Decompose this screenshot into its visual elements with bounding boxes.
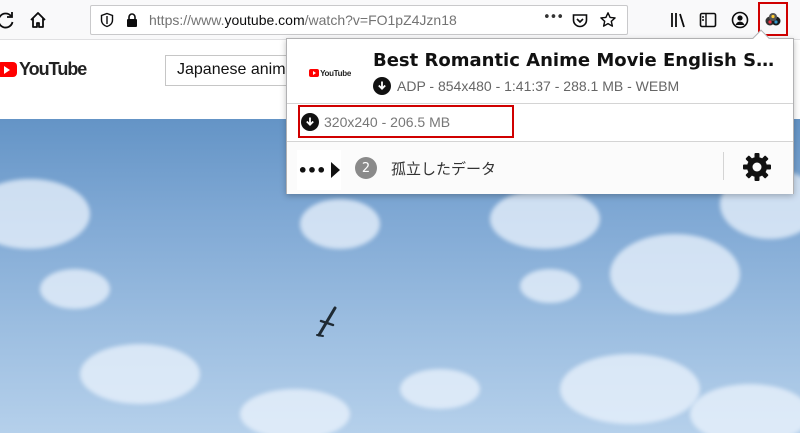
youtube-play-icon (309, 69, 320, 77)
url-path: /watch?v=FO1pZ4Jzn18 (304, 12, 457, 28)
bookmark-star-icon[interactable] (599, 11, 617, 33)
cloud (40, 269, 110, 309)
youtube-logo[interactable]: YouTube (0, 59, 87, 80)
play-arrow-icon (331, 162, 341, 178)
orphan-data-label[interactable]: 孤立したデータ (391, 158, 496, 179)
more-dots-icon: ••• (297, 160, 327, 180)
cloud (240, 389, 350, 433)
cloud (690, 384, 800, 433)
cloud (0, 179, 90, 249)
lock-icon[interactable] (124, 12, 140, 32)
download-arrow-icon (373, 77, 391, 95)
main-download-label: ADP - 854x480 - 1:41:37 - 288.1 MB - WEB… (397, 78, 680, 94)
sidebar-icon[interactable] (696, 8, 720, 32)
settings-gear-icon[interactable] (741, 151, 773, 183)
video-thumbnail-logo[interactable]: YouTube (309, 67, 351, 79)
pocket-icon[interactable] (571, 12, 589, 34)
divider (287, 103, 793, 104)
cloud (490, 189, 600, 249)
page-actions-icon[interactable]: ••• (543, 10, 564, 25)
url-prefix: https://www. (149, 12, 225, 28)
library-icon[interactable] (666, 8, 690, 32)
tracking-shield-icon[interactable] (99, 12, 115, 32)
cloud (300, 199, 380, 249)
youtube-play-icon (0, 62, 17, 77)
alt-download-highlight-box (298, 105, 514, 138)
cloud (560, 354, 700, 424)
aircraft-silhouette (316, 306, 337, 337)
orphan-count-badge[interactable]: 2 (355, 157, 377, 179)
video-downloader-popup: YouTube Best Romantic Anime Movie Englis… (286, 29, 794, 194)
video-title: Best Romantic Anime Movie English Subbed… (373, 50, 783, 71)
url-text[interactable]: https://www.youtube.com/watch?v=FO1pZ4Jz… (149, 12, 457, 28)
youtube-logo-text: YouTube (19, 59, 87, 79)
cloud (610, 234, 740, 314)
cloud (520, 269, 580, 303)
cloud (400, 369, 480, 409)
browser-toolbar: https://www.youtube.com/watch?v=FO1pZ4Jz… (0, 0, 800, 40)
address-bar[interactable]: https://www.youtube.com/watch?v=FO1pZ4Jz… (90, 5, 628, 35)
reload-icon[interactable] (0, 8, 18, 32)
thumbnail-logo-text: YouTube (320, 68, 351, 78)
account-icon[interactable] (728, 8, 752, 32)
url-host: youtube.com (224, 12, 305, 28)
vertical-divider (723, 152, 724, 180)
cloud (80, 344, 200, 404)
main-download-option[interactable]: ADP - 854x480 - 1:41:37 - 288.1 MB - WEB… (373, 77, 679, 95)
popup-footer: ••• 2 孤立したデータ (287, 142, 793, 194)
home-icon[interactable] (26, 8, 50, 32)
more-actions-button[interactable]: ••• (297, 150, 341, 190)
